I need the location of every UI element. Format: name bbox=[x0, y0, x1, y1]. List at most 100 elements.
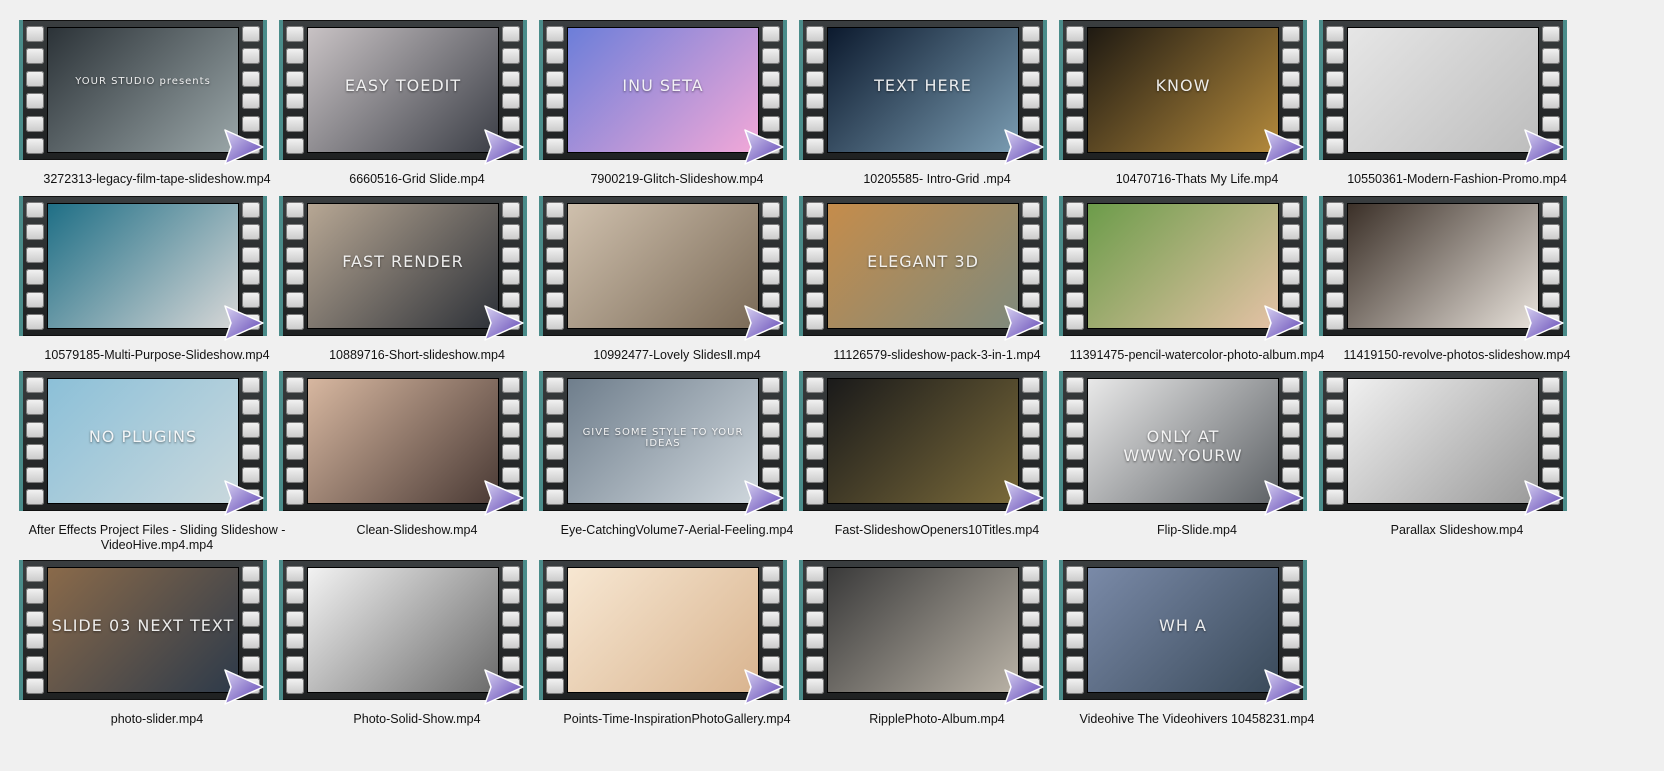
file-name-label[interactable]: RipplePhoto-Album.mp4 bbox=[789, 712, 1085, 727]
thumbnail-caption: EASY TOEDIT bbox=[344, 76, 462, 95]
video-thumbnail[interactable] bbox=[539, 196, 815, 346]
thumbnail-image bbox=[568, 204, 758, 328]
play-triangle-icon bbox=[1004, 305, 1044, 341]
play-triangle-icon bbox=[744, 669, 784, 705]
play-triangle-icon bbox=[484, 669, 524, 705]
video-thumbnail[interactable]: ONLY AT WWW.YOURW bbox=[1059, 371, 1335, 521]
file-name-label[interactable]: 10470716-Thats My Life.mp4 bbox=[1049, 172, 1345, 187]
video-thumbnail[interactable]: TEXT HERE bbox=[799, 20, 1075, 170]
thumbnail-image bbox=[1348, 379, 1538, 503]
thumbnail-image: SLIDE 03 NEXT TEXT bbox=[48, 568, 238, 692]
play-triangle-icon bbox=[1264, 129, 1304, 165]
thumbnail-caption: NO PLUGINS bbox=[88, 427, 198, 446]
video-thumbnail[interactable] bbox=[1319, 20, 1595, 170]
film-sprocket-holes bbox=[1326, 26, 1344, 154]
film-sprocket-holes bbox=[286, 26, 304, 154]
play-triangle-icon bbox=[1264, 480, 1304, 516]
play-triangle-icon bbox=[744, 305, 784, 341]
thumbnail-caption: WH A bbox=[1159, 616, 1207, 635]
file-name-label[interactable]: 10205585- Intro-Grid .mp4 bbox=[789, 172, 1085, 187]
video-thumbnail[interactable] bbox=[279, 560, 555, 710]
video-thumbnail[interactable] bbox=[1319, 371, 1595, 521]
thumbnail-caption: ONLY AT WWW.YOURW bbox=[1123, 427, 1243, 465]
video-thumbnail[interactable] bbox=[279, 371, 555, 521]
file-name-label[interactable]: 3272313-legacy-film-tape-slideshow.mp4 bbox=[9, 172, 305, 187]
film-sprocket-holes bbox=[806, 26, 824, 154]
film-sprocket-holes bbox=[1066, 202, 1084, 330]
thumbnail-image: ELEGANT 3D bbox=[828, 204, 1018, 328]
thumbnail-image bbox=[1088, 204, 1278, 328]
video-thumbnail[interactable]: ELEGANT 3D bbox=[799, 196, 1075, 346]
thumbnail-image: KNOW bbox=[1088, 28, 1278, 152]
thumbnail-image: YOUR STUDIO presents bbox=[48, 28, 238, 152]
file-name-label[interactable]: After Effects Project Files - Sliding Sl… bbox=[9, 523, 305, 553]
file-name-label[interactable]: Points-Time-InspirationPhotoGallery.mp4 bbox=[529, 712, 825, 727]
file-name-label[interactable]: photo-slider.mp4 bbox=[9, 712, 305, 727]
file-name-label[interactable]: Parallax Slideshow.mp4 bbox=[1309, 523, 1605, 538]
video-thumbnail[interactable] bbox=[1059, 196, 1335, 346]
film-sprocket-holes bbox=[546, 202, 564, 330]
thumbnail-image bbox=[828, 568, 1018, 692]
video-thumbnail[interactable] bbox=[799, 560, 1075, 710]
file-name-label[interactable]: 6660516-Grid Slide.mp4 bbox=[269, 172, 565, 187]
video-thumbnail[interactable] bbox=[1319, 196, 1595, 346]
file-name-label[interactable]: 11391475-pencil-watercolor-photo-album.m… bbox=[1049, 348, 1345, 363]
thumbnail-image: GIVE SOME STYLE TO YOUR IDEAS bbox=[568, 379, 758, 503]
film-sprocket-holes bbox=[1326, 202, 1344, 330]
film-sprocket-holes bbox=[546, 377, 564, 505]
thumbnail-image bbox=[568, 568, 758, 692]
film-sprocket-holes bbox=[1066, 377, 1084, 505]
film-sprocket-holes bbox=[806, 566, 824, 694]
file-name-label[interactable]: 10889716-Short-slideshow.mp4 bbox=[269, 348, 565, 363]
file-name-label[interactable]: Eye-CatchingVolume7-Aerial-Feeling.mp4 bbox=[529, 523, 825, 538]
video-thumbnail[interactable]: INU SETA bbox=[539, 20, 815, 170]
play-triangle-icon bbox=[224, 305, 264, 341]
file-name-label[interactable]: Videohive The Videohivers 10458231.mp4 bbox=[1049, 712, 1345, 727]
thumbnail-caption: SLIDE 03 NEXT TEXT bbox=[51, 616, 235, 635]
thumbnail-image bbox=[828, 379, 1018, 503]
play-triangle-icon bbox=[224, 669, 264, 705]
video-thumbnail[interactable]: NO PLUGINS bbox=[19, 371, 295, 521]
video-thumbnail[interactable] bbox=[19, 196, 295, 346]
file-name-label[interactable]: 11126579-slideshow-pack-3-in-1.mp4 bbox=[789, 348, 1085, 363]
video-thumbnail[interactable] bbox=[539, 560, 815, 710]
play-triangle-icon bbox=[1004, 480, 1044, 516]
video-thumbnail[interactable]: GIVE SOME STYLE TO YOUR IDEAS bbox=[539, 371, 815, 521]
film-sprocket-holes bbox=[1066, 26, 1084, 154]
file-name-label[interactable]: 11419150-revolve-photos-slideshow.mp4 bbox=[1309, 348, 1605, 363]
video-thumbnail[interactable]: WH A bbox=[1059, 560, 1335, 710]
thumbnail-image: FAST RENDER bbox=[308, 204, 498, 328]
file-name-label[interactable]: 10992477-Lovely SlidesⅡ.mp4 bbox=[529, 348, 825, 363]
video-thumbnail[interactable] bbox=[799, 371, 1075, 521]
video-thumbnail[interactable]: FAST RENDER bbox=[279, 196, 555, 346]
thumbnail-image bbox=[308, 379, 498, 503]
video-thumbnail[interactable]: KNOW bbox=[1059, 20, 1335, 170]
video-thumbnail[interactable]: EASY TOEDIT bbox=[279, 20, 555, 170]
play-triangle-icon bbox=[744, 129, 784, 165]
film-sprocket-holes bbox=[286, 377, 304, 505]
film-sprocket-holes bbox=[26, 566, 44, 694]
file-name-label[interactable]: Flip-Slide.mp4 bbox=[1049, 523, 1345, 538]
file-name-label[interactable]: 10579185-Multi-Purpose-Slideshow.mp4 bbox=[9, 348, 305, 363]
thumbnail-caption: FAST RENDER bbox=[342, 252, 464, 271]
play-triangle-icon bbox=[1004, 669, 1044, 705]
thumbnail-image: WH A bbox=[1088, 568, 1278, 692]
file-name-label[interactable]: Fast-SlideshowOpeners10Titles.mp4 bbox=[789, 523, 1085, 538]
play-triangle-icon bbox=[744, 480, 784, 516]
play-triangle-icon bbox=[1524, 129, 1564, 165]
play-triangle-icon bbox=[484, 480, 524, 516]
thumbnail-image bbox=[48, 204, 238, 328]
thumbnail-caption: TEXT HERE bbox=[874, 76, 972, 95]
file-name-label[interactable]: Photo-Solid-Show.mp4 bbox=[269, 712, 565, 727]
film-sprocket-holes bbox=[26, 26, 44, 154]
file-name-label[interactable]: 7900219-Glitch-Slideshow.mp4 bbox=[529, 172, 825, 187]
file-name-label[interactable]: 10550361-Modern-Fashion-Promo.mp4 bbox=[1309, 172, 1605, 187]
video-thumbnail[interactable]: YOUR STUDIO presents bbox=[19, 20, 295, 170]
file-name-label[interactable]: Clean-Slideshow.mp4 bbox=[269, 523, 565, 538]
video-thumbnail[interactable]: SLIDE 03 NEXT TEXT bbox=[19, 560, 295, 710]
film-sprocket-holes bbox=[286, 566, 304, 694]
play-triangle-icon bbox=[224, 480, 264, 516]
film-sprocket-holes bbox=[546, 566, 564, 694]
play-triangle-icon bbox=[1524, 305, 1564, 341]
film-sprocket-holes bbox=[1326, 377, 1344, 505]
